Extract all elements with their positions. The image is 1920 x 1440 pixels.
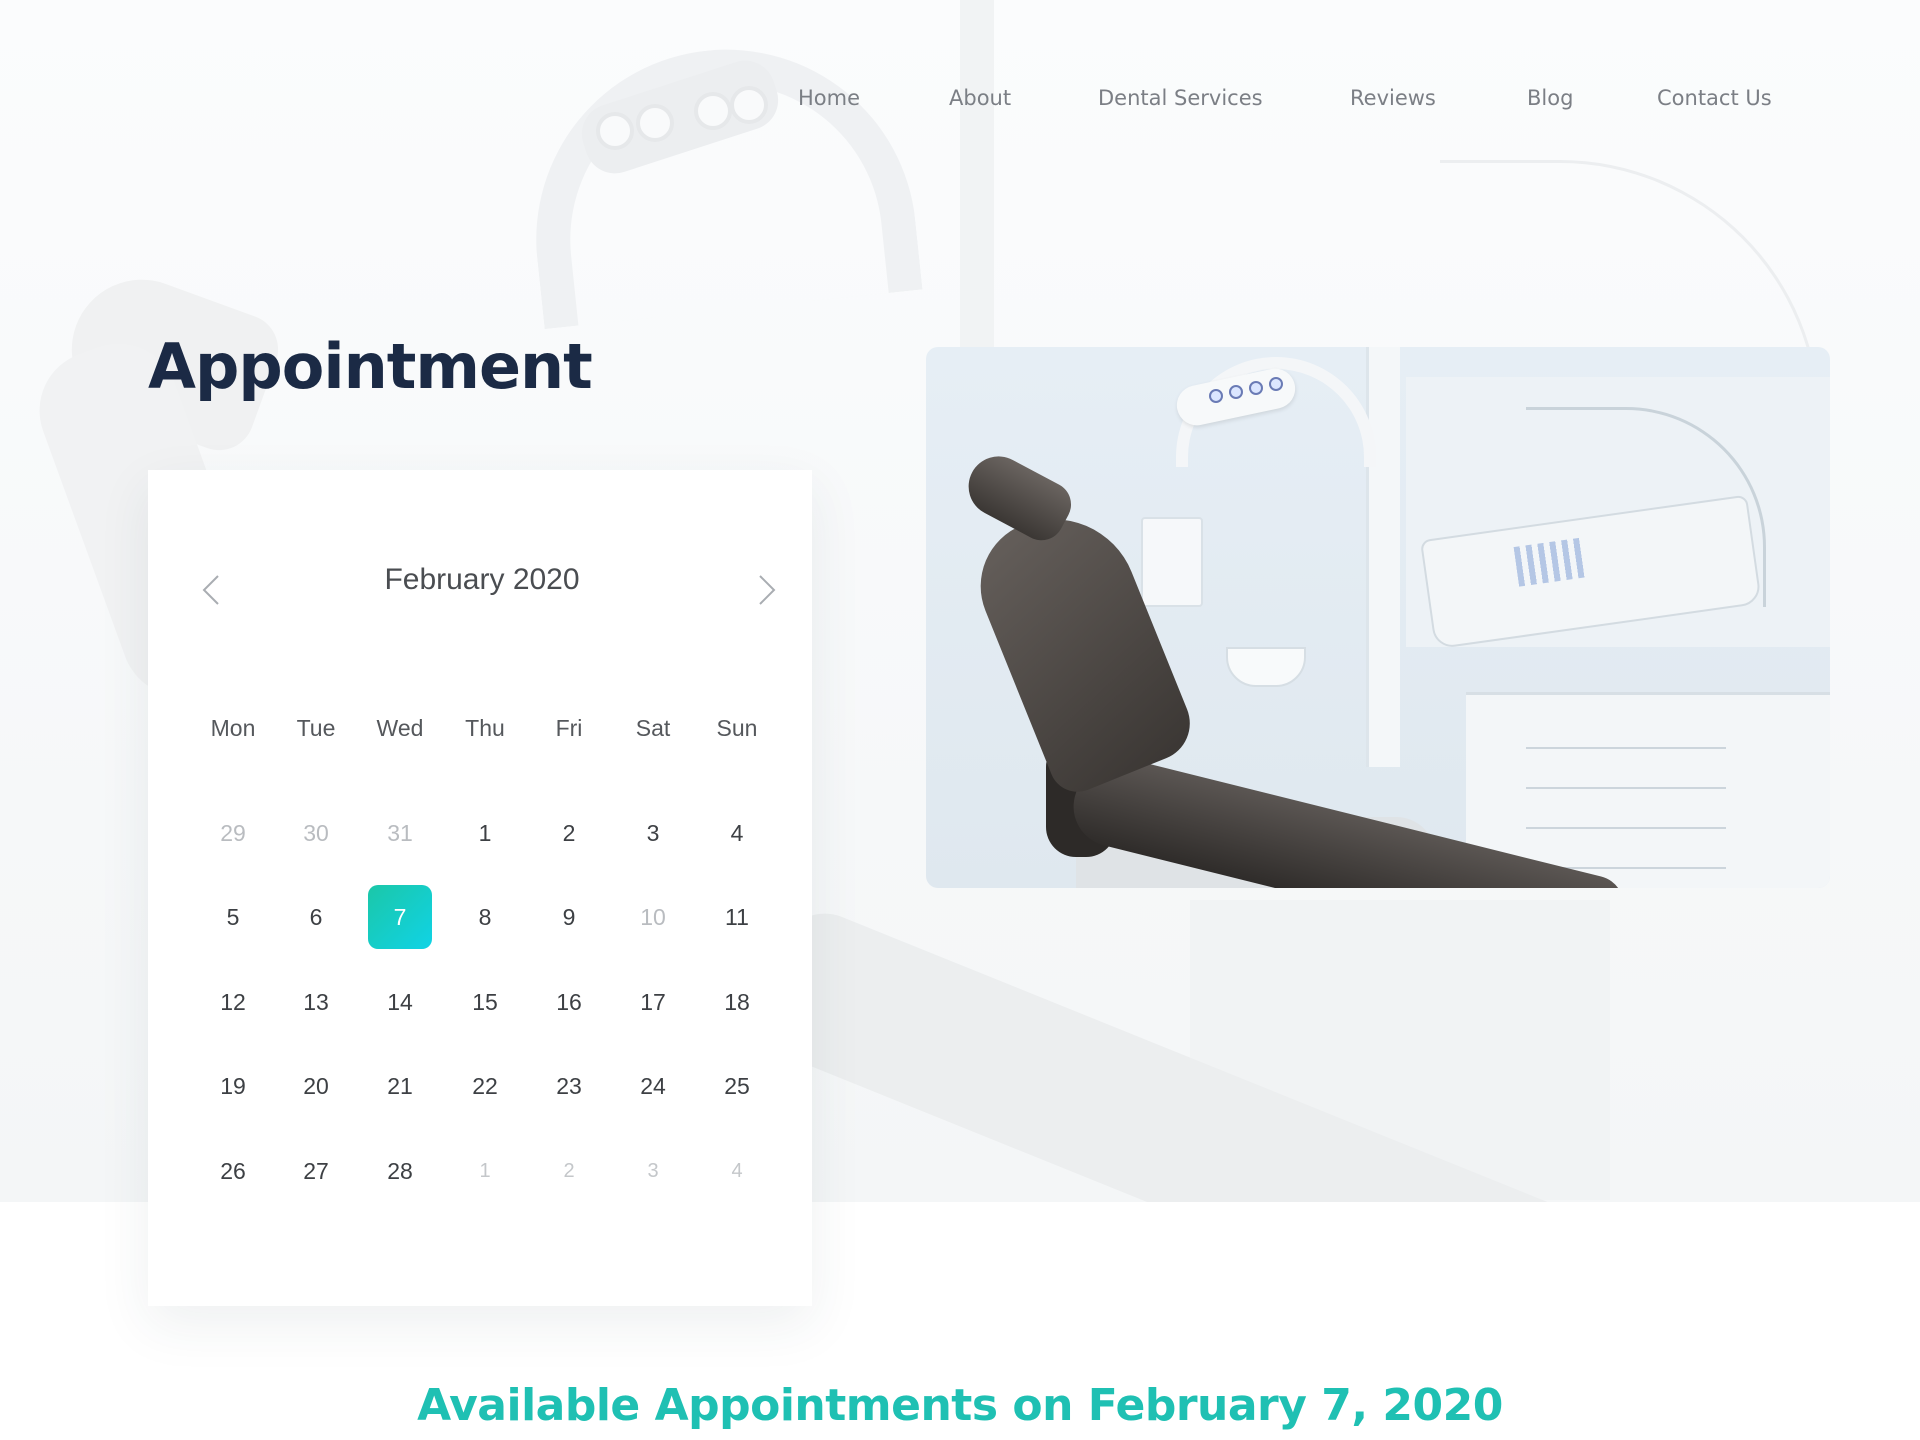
- calendar-day[interactable]: 14: [368, 970, 432, 1034]
- calendar-day[interactable]: 16: [537, 970, 601, 1034]
- calendar-day[interactable]: 10: [621, 885, 685, 949]
- chevron-left-icon[interactable]: [196, 572, 232, 608]
- page-title: Appointment: [148, 330, 593, 403]
- photo-drawer-line: [1526, 787, 1726, 789]
- photo-drawer-line: [1526, 827, 1726, 829]
- calendar-day[interactable]: 4: [705, 1139, 769, 1203]
- calendar-day[interactable]: 29: [201, 801, 265, 865]
- photo-lamp-bulb: [1249, 381, 1263, 395]
- calendar-day[interactable]: 30: [284, 801, 348, 865]
- calendar-month-label: February 2020: [384, 563, 580, 596]
- calendar-day[interactable]: 6: [284, 885, 348, 949]
- calendar-day[interactable]: 4: [705, 801, 769, 865]
- calendar-day[interactable]: 21: [368, 1054, 432, 1118]
- calendar-day[interactable]: 22: [453, 1054, 517, 1118]
- calendar-day[interactable]: 25: [705, 1054, 769, 1118]
- calendar-day[interactable]: 13: [284, 970, 348, 1034]
- photo-drawer-line: [1526, 747, 1726, 749]
- chevron-right-icon[interactable]: [746, 572, 782, 608]
- weekday-label: Sun: [716, 715, 758, 741]
- calendar-day[interactable]: 17: [621, 970, 685, 1034]
- calendar-day[interactable]: 9: [537, 885, 601, 949]
- photo-lamp-bulb: [1229, 385, 1243, 399]
- photo-monitor: [1141, 517, 1203, 607]
- calendar-day[interactable]: 1: [453, 1139, 517, 1203]
- calendar-day[interactable]: 26: [201, 1139, 265, 1203]
- calendar-day[interactable]: 31: [368, 801, 432, 865]
- calendar-day[interactable]: 1: [453, 801, 517, 865]
- calendar-day[interactable]: 15: [453, 970, 517, 1034]
- dental-chair-photo: [926, 347, 1830, 888]
- calendar-day[interactable]: 19: [201, 1054, 265, 1118]
- nav-item-dental-services[interactable]: Dental Services: [1098, 86, 1263, 110]
- calendar-day[interactable]: 28: [368, 1139, 432, 1203]
- nav-item-contact-us[interactable]: Contact Us: [1657, 86, 1772, 110]
- weekday-label: Sat: [635, 715, 671, 741]
- calendar-day[interactable]: 18: [705, 970, 769, 1034]
- nav-item-reviews[interactable]: Reviews: [1350, 86, 1436, 110]
- weekday-label: Tue: [296, 715, 336, 741]
- calendar-day[interactable]: 27: [284, 1139, 348, 1203]
- calendar-day[interactable]: 8: [453, 885, 517, 949]
- calendar-day[interactable]: 23: [537, 1054, 601, 1118]
- nav-item-home[interactable]: Home: [798, 86, 860, 110]
- calendar-day[interactable]: 24: [621, 1054, 685, 1118]
- nav-item-blog[interactable]: Blog: [1527, 86, 1573, 110]
- photo-lamp-bulb: [1209, 389, 1223, 403]
- calendar-day[interactable]: 2: [537, 801, 601, 865]
- calendar-day[interactable]: 3: [621, 1139, 685, 1203]
- calendar-day[interactable]: 12: [201, 970, 265, 1034]
- nav-item-about[interactable]: About: [949, 86, 1011, 110]
- weekday-label: Wed: [376, 715, 424, 741]
- available-appointments-heading: Available Appointments on February 7, 20…: [417, 1380, 1503, 1431]
- calendar-day[interactable]: 11: [705, 885, 769, 949]
- calendar-day-selected[interactable]: 7: [368, 885, 432, 949]
- photo-sink: [1226, 647, 1306, 687]
- weekday-label: Mon: [210, 715, 256, 741]
- calendar-day[interactable]: 3: [621, 801, 685, 865]
- calendar-day[interactable]: 5: [201, 885, 265, 949]
- calendar-day[interactable]: 2: [537, 1139, 601, 1203]
- photo-lamp-bulb: [1269, 377, 1283, 391]
- calendar-day[interactable]: 20: [284, 1054, 348, 1118]
- weekday-label: Thu: [465, 715, 505, 741]
- main-nav: Home About Dental Services Reviews Blog …: [0, 86, 1920, 120]
- weekday-label: Fri: [555, 715, 583, 741]
- photo-pole: [1366, 347, 1400, 767]
